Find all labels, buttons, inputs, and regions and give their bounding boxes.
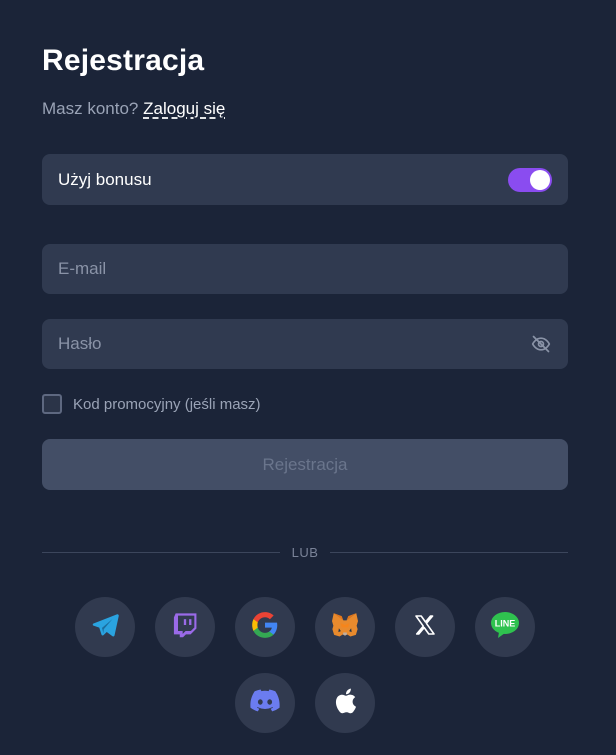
- promo-code-label[interactable]: Kod promocyjny (jeśli masz): [73, 396, 261, 413]
- divider-line-left: [42, 551, 280, 553]
- bonus-row[interactable]: Użyj bonusu: [42, 154, 568, 205]
- line-icon-text: LINE: [495, 618, 516, 628]
- or-divider: LUB: [42, 541, 569, 563]
- x-icon: [413, 613, 437, 642]
- toggle-knob: [530, 169, 550, 190]
- metamask-icon: [330, 610, 360, 645]
- promo-code-row: Kod promocyjny (jeśli masz): [42, 394, 261, 414]
- bonus-toggle[interactable]: [508, 167, 552, 192]
- line-icon: LINE: [489, 610, 521, 645]
- twitch-icon: [171, 611, 199, 644]
- telegram-login-button[interactable]: [75, 597, 135, 657]
- discord-login-button[interactable]: [235, 673, 295, 733]
- line-login-button[interactable]: LINE: [475, 597, 535, 657]
- register-button[interactable]: Rejestracja: [42, 439, 568, 490]
- registration-panel: Rejestracja Masz konto? Zaloguj się Użyj…: [0, 0, 616, 755]
- x-login-button[interactable]: [395, 597, 455, 657]
- password-field[interactable]: [58, 334, 530, 354]
- google-icon: [251, 611, 279, 644]
- promo-code-checkbox[interactable]: [42, 394, 62, 414]
- apple-icon: [332, 687, 358, 720]
- eye-off-icon[interactable]: [530, 333, 552, 355]
- divider-text: LUB: [291, 544, 319, 560]
- telegram-icon: [90, 610, 120, 645]
- login-prompt: Masz konto? Zaloguj się: [42, 99, 225, 119]
- bonus-label: Użyj bonusu: [58, 169, 152, 189]
- apple-login-button[interactable]: [315, 673, 375, 733]
- email-field[interactable]: [58, 259, 552, 279]
- email-field-container: [42, 244, 568, 294]
- discord-icon: [250, 689, 280, 718]
- divider-line-right: [330, 551, 569, 553]
- page-title: Rejestracja: [42, 44, 205, 77]
- login-prompt-text: Masz konto?: [42, 99, 139, 118]
- metamask-login-button[interactable]: [315, 597, 375, 657]
- twitch-login-button[interactable]: [155, 597, 215, 657]
- password-field-container: [42, 319, 568, 369]
- login-link[interactable]: Zaloguj się: [143, 99, 225, 118]
- google-login-button[interactable]: [235, 597, 295, 657]
